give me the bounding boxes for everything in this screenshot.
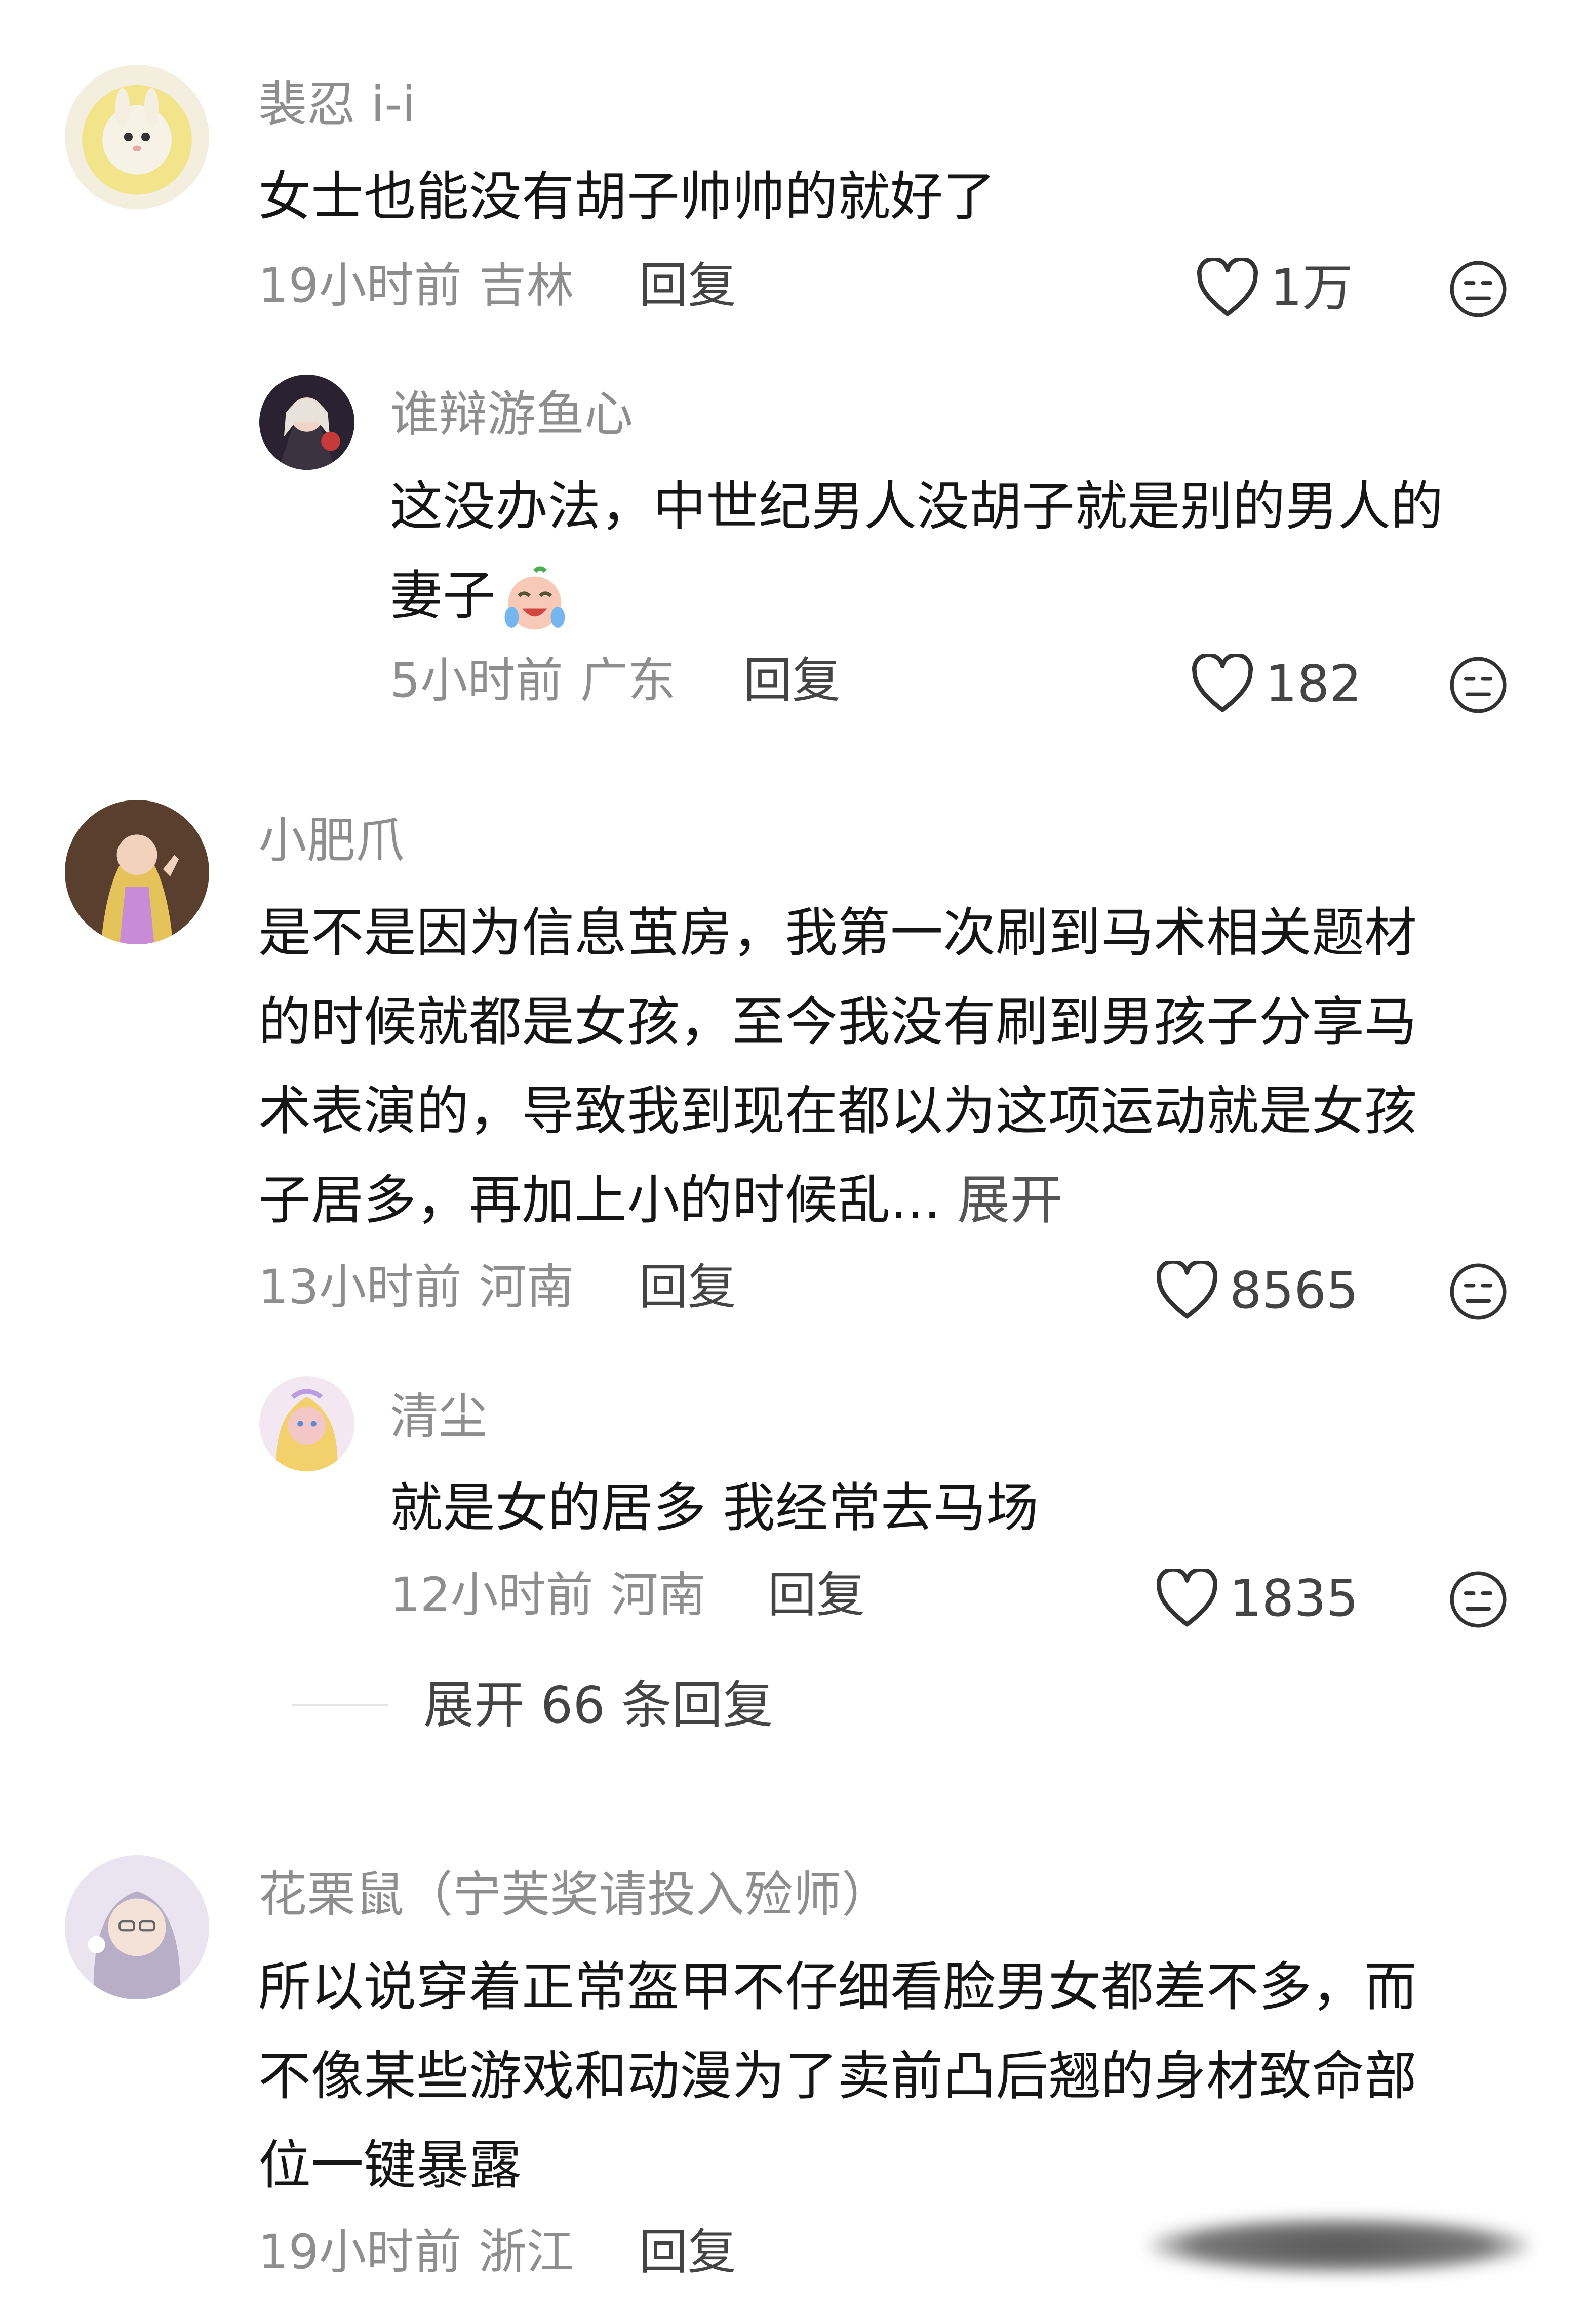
comment-time: 19小时前	[258, 258, 462, 313]
comment-time: 13小时前	[258, 1260, 462, 1315]
avatar[interactable]	[65, 800, 209, 944]
reply-text: 这没办法，中世纪男人没胡子就是别的男人的 妻子	[390, 462, 1443, 640]
reply-button[interactable]: 回复	[639, 261, 736, 310]
reply-button[interactable]: 回复	[768, 1571, 865, 1619]
reply-meta: 5小时前 广东	[390, 657, 676, 705]
comment-text-line: 不像某些游戏和动漫为了卖前凸后翘的身材致命部	[258, 2045, 1417, 2107]
crying-laughing-emoji-icon	[499, 564, 570, 635]
comment-username[interactable]: 花栗鼠（宁芙奖请投入殓师）	[258, 1870, 890, 1919]
reply-username[interactable]: 清尘	[390, 1392, 487, 1441]
reply-button[interactable]: 回复	[743, 656, 841, 705]
blurred-watermark	[1150, 2218, 1529, 2273]
comment-text-line: 的时候就都是女孩，至今我没有刷到男孩子分享马	[258, 991, 1417, 1053]
dislike-face-icon[interactable]	[1447, 1261, 1509, 1323]
heart-icon	[1195, 258, 1260, 318]
reply-text-line: 妻子	[390, 551, 1443, 640]
comment-username[interactable]: 裴忍 i-i	[258, 80, 416, 129]
comment-time: 19小时前	[258, 2225, 462, 2280]
avatar[interactable]	[65, 1855, 209, 1999]
comment-meta: 13小时前 河南	[258, 1264, 574, 1311]
reply-text-line: 这没办法，中世纪男人没胡子就是别的男人的	[390, 475, 1444, 537]
avatar[interactable]	[259, 375, 354, 470]
avatar[interactable]	[65, 65, 209, 209]
like-button[interactable]: 1万	[1195, 258, 1353, 318]
like-button[interactable]: 1835	[1155, 1569, 1359, 1628]
heart-icon	[1190, 654, 1255, 714]
reply-text: 就是女的居多 我经常去马场	[390, 1477, 1039, 1539]
like-count: 1835	[1230, 1569, 1359, 1628]
comment-location: 河南	[479, 1260, 574, 1315]
reply-time: 12小时前	[390, 1568, 594, 1623]
divider-line	[292, 1704, 388, 1706]
expand-replies-label: 展开 66 条回复	[423, 1675, 773, 1735]
comment-meta: 19小时前 浙江	[258, 2229, 574, 2276]
comment-text: 女士也能没有胡子帅帅的就好了	[258, 166, 996, 227]
like-count: 8565	[1230, 1261, 1359, 1320]
comment-text: 是不是因为信息茧房，我第一次刷到马术相关题材 的时候就都是女孩，至今我没有刷到男…	[258, 888, 1417, 1245]
expand-replies-button[interactable]: 展开 66 条回复	[292, 1680, 773, 1731]
dislike-face-icon[interactable]	[1447, 258, 1509, 320]
comment-text: 所以说穿着正常盔甲不仔细看脸男女都差不多，而 不像某些游戏和动漫为了卖前凸后翘的…	[258, 1942, 1417, 2210]
comment-username[interactable]: 小肥爪	[258, 816, 404, 865]
reply-username[interactable]: 谁辩游鱼心	[390, 390, 633, 438]
comment-text-line: 子居多，再加上小的时候乱... 展开	[258, 1155, 1417, 1245]
reply-location: 河南	[610, 1568, 706, 1623]
comment-text-line: 位一键暴露	[258, 2134, 522, 2196]
reply-button[interactable]: 回复	[639, 1263, 736, 1311]
heart-icon	[1155, 1569, 1219, 1628]
comment-text-line: 所以说穿着正常盔甲不仔细看脸男女都差不多，而	[258, 1956, 1417, 2018]
reply-location: 广东	[580, 653, 676, 708]
dislike-face-icon[interactable]	[1447, 654, 1509, 716]
reply-time: 5小时前	[390, 653, 563, 708]
like-count: 1万	[1270, 258, 1353, 317]
comment-location: 吉林	[479, 258, 574, 313]
comment-location: 浙江	[479, 2225, 574, 2280]
avatar[interactable]	[259, 1376, 354, 1471]
dislike-face-icon[interactable]	[1447, 1569, 1509, 1630]
like-button[interactable]: 8565	[1155, 1261, 1359, 1320]
comment-text-fragment: 子居多，再加上小的时候乱...	[258, 1169, 958, 1231]
reply-text-fragment: 妻子	[390, 565, 496, 626]
reply-button[interactable]: 回复	[639, 2228, 736, 2276]
like-button[interactable]: 182	[1190, 654, 1362, 714]
heart-icon	[1155, 1261, 1219, 1320]
comment-text-line: 术表演的，导致我到现在都以为这项运动就是女孩	[258, 1080, 1417, 1142]
comment-text-line: 是不是因为信息茧房，我第一次刷到马术相关题材	[258, 902, 1417, 964]
reply-meta: 12小时前 河南	[390, 1572, 706, 1619]
comment-meta: 19小时前 吉林	[258, 262, 574, 310]
expand-text-link[interactable]: 展开	[957, 1169, 1062, 1231]
like-count: 182	[1265, 654, 1362, 713]
